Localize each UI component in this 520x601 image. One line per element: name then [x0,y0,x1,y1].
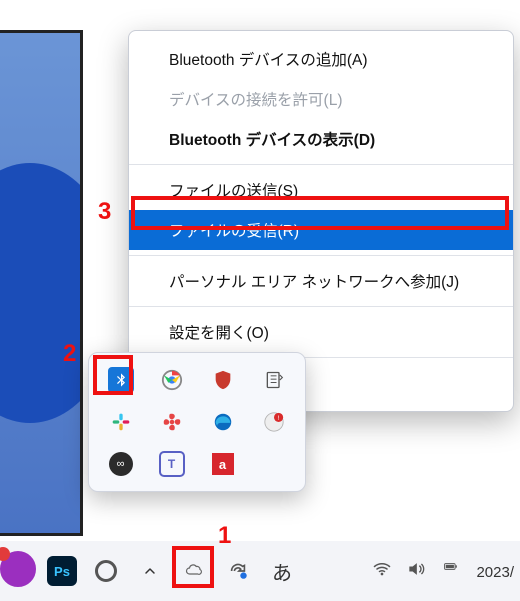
taskbar-app-badge[interactable] [0,547,40,591]
menu-separator [129,255,513,256]
chevron-up-icon [135,556,165,586]
chrome-icon[interactable] [159,367,185,393]
wallpaper-shape [0,163,83,423]
callout-box-2 [93,355,133,395]
callout-box-1 [172,546,214,588]
ime-indicator[interactable]: あ [260,549,304,593]
menu-separator [129,306,513,307]
menu-join-pan[interactable]: パーソナル エリア ネットワークへ参加(J) [129,261,513,301]
onenote-icon[interactable] [261,367,287,393]
callout-number-2: 2 [63,340,76,368]
slack-icon[interactable] [108,409,134,435]
taskbar-settings[interactable] [84,549,128,593]
alert-icon[interactable]: ! [261,409,287,435]
empty-slot [261,451,287,477]
wifi-icon[interactable] [372,559,392,584]
callout-box-3 [131,196,509,230]
sync-icon[interactable] [216,549,260,593]
menu-allow-connect: デバイスの接続を許可(L) [129,79,513,119]
red-app-icon[interactable]: a [210,451,236,477]
taskbar-photoshop[interactable]: Ps [40,549,84,593]
menu-add-device[interactable]: Bluetooth デバイスの追加(A) [129,39,513,79]
teams-icon[interactable]: T [159,451,185,477]
tray-overflow-button[interactable] [128,549,172,593]
taskbar: Ps あ 2023/ [0,541,520,601]
fan-icon[interactable] [159,409,185,435]
desktop-wallpaper [0,30,83,536]
battery-icon[interactable] [440,561,462,582]
svg-text:!: ! [277,415,279,422]
shield-icon[interactable] [210,367,236,393]
menu-separator [129,164,513,165]
menu-open-settings[interactable]: 設定を開く(O) [129,312,513,352]
callout-number-1: 1 [218,522,231,550]
volume-icon[interactable] [406,559,426,584]
edge-icon[interactable] [210,409,236,435]
creative-cloud-icon[interactable]: ∞ [108,451,134,477]
gear-icon [95,560,117,582]
menu-show-devices[interactable]: Bluetooth デバイスの表示(D) [129,119,513,159]
callout-number-3: 3 [98,198,111,226]
taskbar-date[interactable]: 2023/ [476,564,514,581]
